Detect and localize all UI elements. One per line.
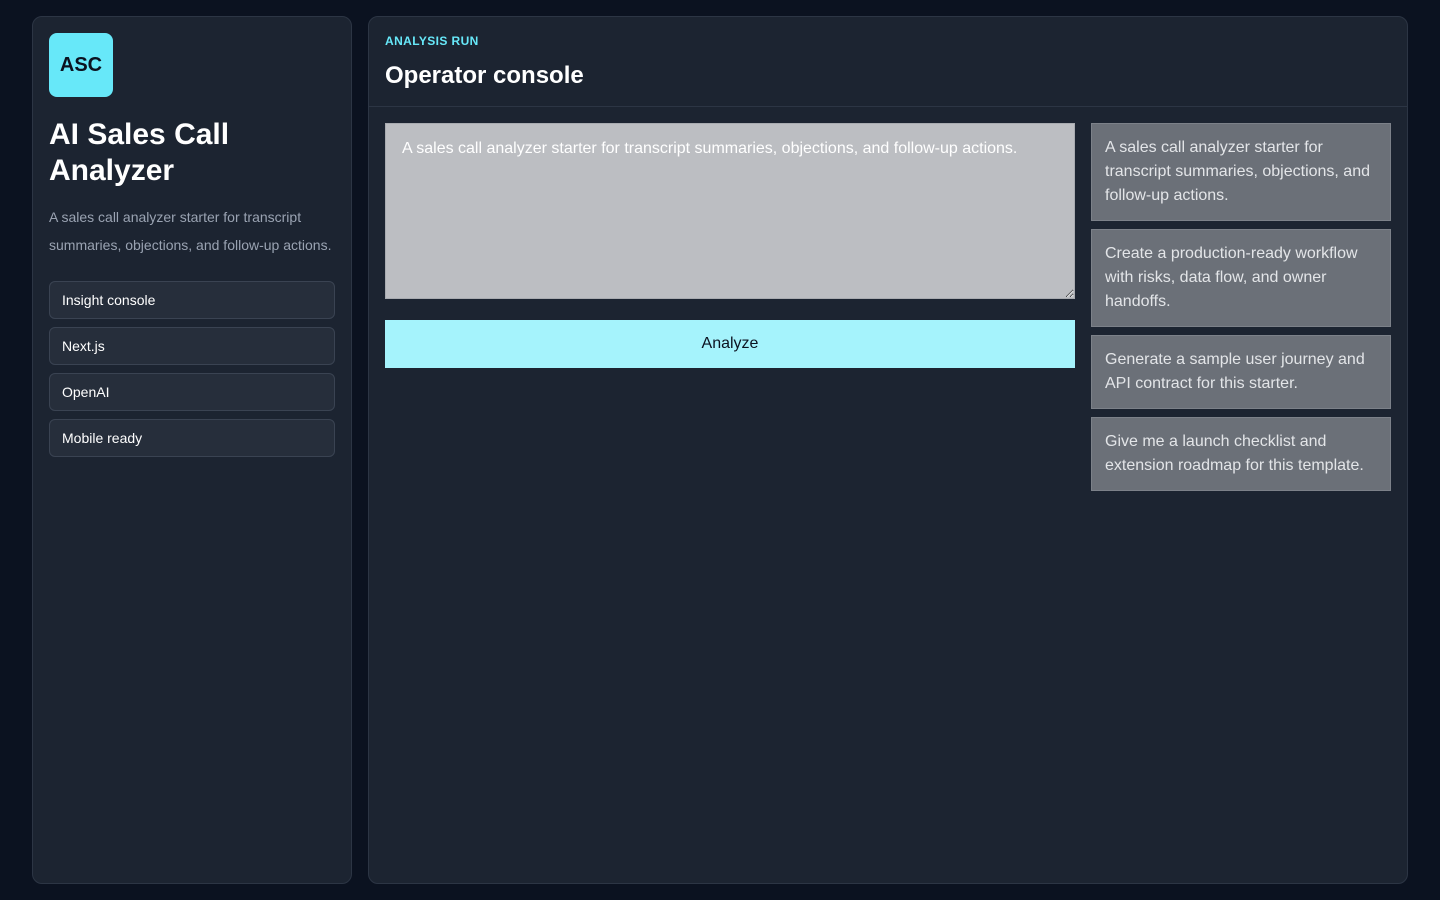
- app: ASC AI Sales Call Analyzer A sales call …: [0, 0, 1440, 900]
- main-panel: ANALYSIS RUN Operator console A sales ca…: [368, 16, 1408, 884]
- feature-tags: Insight console Next.js OpenAI Mobile re…: [49, 281, 335, 457]
- sidebar: ASC AI Sales Call Analyzer A sales call …: [32, 16, 352, 884]
- tag-nextjs[interactable]: Next.js: [49, 327, 335, 365]
- suggestion-list: A sales call analyzer starter for transc…: [1091, 123, 1391, 499]
- app-logo: ASC: [49, 33, 113, 97]
- main-header: ANALYSIS RUN Operator console: [369, 17, 1407, 107]
- suggestion-item[interactable]: Generate a sample user journey and API c…: [1091, 335, 1391, 409]
- tag-openai[interactable]: OpenAI: [49, 373, 335, 411]
- suggestion-item[interactable]: Create a production-ready workflow with …: [1091, 229, 1391, 327]
- tag-mobile-ready[interactable]: Mobile ready: [49, 419, 335, 457]
- prompt-input[interactable]: A sales call analyzer starter for transc…: [385, 123, 1075, 299]
- app-description: A sales call analyzer starter for transc…: [49, 209, 332, 253]
- suggestion-item[interactable]: Give me a launch checklist and extension…: [1091, 417, 1391, 491]
- suggestion-item[interactable]: A sales call analyzer starter for transc…: [1091, 123, 1391, 221]
- section-eyebrow: ANALYSIS RUN: [385, 34, 479, 48]
- prompt-area: A sales call analyzer starter for transc…: [385, 123, 1075, 368]
- tag-insight-console[interactable]: Insight console: [49, 281, 335, 319]
- analyze-button[interactable]: Analyze: [385, 320, 1075, 368]
- app-title: AI Sales Call Analyzer: [49, 118, 230, 187]
- page-title: Operator console: [385, 62, 584, 89]
